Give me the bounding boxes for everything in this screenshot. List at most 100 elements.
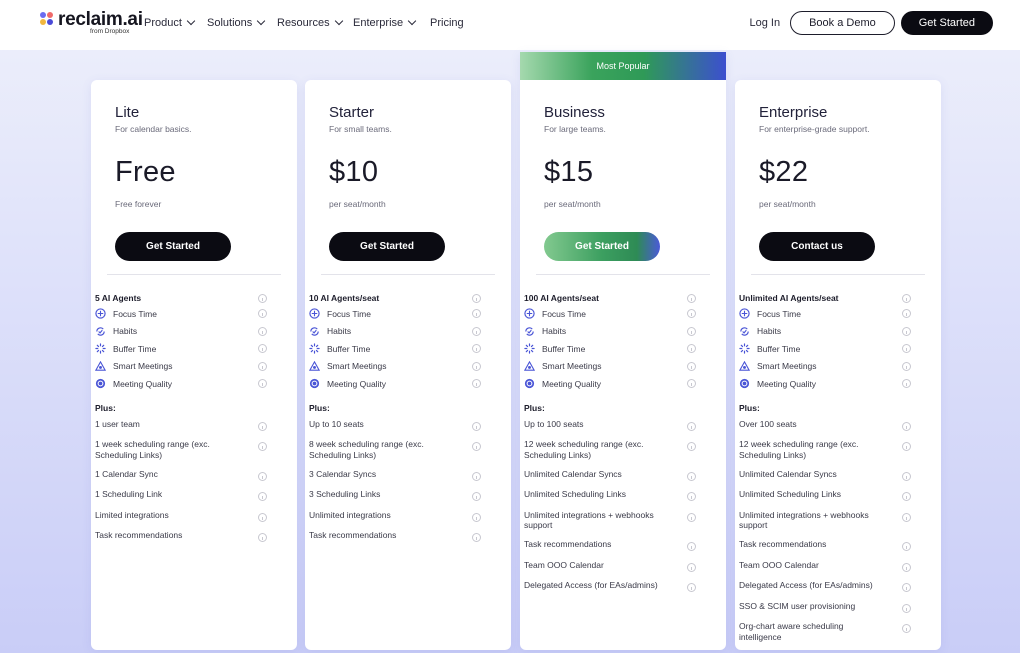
info-icon[interactable] xyxy=(258,326,267,336)
login-link[interactable]: Log In xyxy=(749,17,780,29)
menu-item-label: Pricing xyxy=(430,17,464,29)
info-icon[interactable] xyxy=(687,512,696,522)
info-icon[interactable] xyxy=(687,344,696,353)
extra-feature-label: Up to 100 seats xyxy=(524,418,584,429)
info-icon[interactable] xyxy=(687,442,696,451)
info-icon[interactable] xyxy=(902,326,911,336)
nav-get-started-button[interactable]: Get Started xyxy=(900,11,993,35)
info-icon[interactable] xyxy=(472,309,481,318)
reclaim-logo[interactable]: reclaim.ai from Dropbox xyxy=(40,9,143,39)
focus-time-icon xyxy=(524,308,535,319)
info-icon[interactable] xyxy=(687,361,696,371)
get-started-button[interactable]: Get Started xyxy=(329,232,445,261)
extra-feature-label: Task recommendations xyxy=(95,530,183,540)
info-icon[interactable] xyxy=(902,583,911,592)
info-icon[interactable] xyxy=(472,492,481,501)
info-icon[interactable] xyxy=(258,421,267,431)
info-icon[interactable] xyxy=(258,533,267,542)
book-demo-button[interactable]: Book a Demo xyxy=(790,11,895,35)
extra-feature-label: Task recommendations xyxy=(739,539,827,549)
info-icon[interactable] xyxy=(258,293,267,303)
info-icon[interactable] xyxy=(902,309,911,318)
feature-label: Habits xyxy=(113,326,138,336)
info-icon[interactable] xyxy=(687,421,696,431)
menu-item-solutions[interactable]: Solutions xyxy=(207,15,277,31)
feature-label: Buffer Time xyxy=(113,343,157,354)
get-started-button[interactable]: Get Started xyxy=(115,232,231,261)
info-icon[interactable] xyxy=(687,326,696,336)
contact-us-button[interactable]: Contact us xyxy=(759,232,875,261)
menu-item-enterprise[interactable]: Enterprise xyxy=(353,15,430,31)
extra-feature-row: Task recommendations xyxy=(95,530,267,542)
extra-feature-row: Task recommendations xyxy=(524,539,696,551)
info-icon[interactable] xyxy=(902,442,911,451)
info-icon[interactable] xyxy=(687,562,696,572)
brand-sub: from Dropbox xyxy=(90,28,130,35)
feature-row: Buffer Time xyxy=(95,341,267,359)
extra-feature-label: Unlimited Scheduling Links xyxy=(739,489,842,499)
info-icon[interactable] xyxy=(472,326,481,336)
info-icon[interactable] xyxy=(258,471,267,481)
info-icon[interactable] xyxy=(258,492,267,501)
extra-feature-row: Unlimited integrations + webhooks suppor… xyxy=(524,510,696,531)
info-icon[interactable] xyxy=(687,293,696,303)
info-icon[interactable] xyxy=(902,542,911,551)
info-icon[interactable] xyxy=(902,624,911,633)
info-icon[interactable] xyxy=(902,471,911,481)
info-icon[interactable] xyxy=(472,361,481,371)
extra-feature-label: Unlimited integrations + webhooks suppor… xyxy=(524,509,654,531)
info-icon[interactable] xyxy=(902,361,911,371)
feature-row: Smart Meetings xyxy=(94,359,267,377)
get-started-button[interactable]: Get Started xyxy=(544,232,660,261)
info-icon[interactable] xyxy=(472,442,481,451)
menu-item-resources[interactable]: Resources xyxy=(277,15,353,31)
info-icon[interactable] xyxy=(902,344,911,353)
info-icon[interactable] xyxy=(258,344,267,353)
extra-feature-row: Org-chart aware scheduling intelligence xyxy=(739,621,911,642)
extra-feature-row: 1 user team xyxy=(95,419,267,431)
info-icon[interactable] xyxy=(472,421,481,431)
plan-price: $10 xyxy=(329,156,379,188)
info-icon[interactable] xyxy=(472,379,481,388)
extra-feature-row: Up to 10 seats xyxy=(309,419,481,431)
main-menu: Product Solutions Resources Enterprise Prici… xyxy=(144,15,470,31)
info-icon[interactable] xyxy=(258,361,267,371)
info-icon[interactable] xyxy=(902,379,911,388)
info-icon[interactable] xyxy=(258,442,267,451)
feature-row: Smart Meetings xyxy=(738,359,911,377)
info-icon[interactable] xyxy=(687,583,696,592)
feature-row: Meeting Quality xyxy=(739,376,911,394)
extra-feature-label: Task recommendations xyxy=(524,539,612,549)
info-icon[interactable] xyxy=(902,293,911,303)
chevron-down-icon xyxy=(186,16,196,26)
info-icon[interactable] xyxy=(687,309,696,318)
info-icon[interactable] xyxy=(902,421,911,431)
most-popular-badge: Most Popular xyxy=(520,52,726,80)
info-icon[interactable] xyxy=(902,492,911,501)
extra-feature-row: Up to 100 seats xyxy=(524,419,696,431)
divider xyxy=(321,274,495,275)
habits-icon xyxy=(95,326,106,337)
info-icon[interactable] xyxy=(472,344,481,353)
extra-feature-row: Over 100 seats xyxy=(739,419,911,431)
menu-item-pricing[interactable]: Pricing xyxy=(430,15,470,31)
info-icon[interactable] xyxy=(687,471,696,481)
info-icon[interactable] xyxy=(258,379,267,388)
info-icon[interactable] xyxy=(258,512,267,522)
info-icon[interactable] xyxy=(902,562,911,572)
info-icon[interactable] xyxy=(902,603,911,613)
info-icon[interactable] xyxy=(687,542,696,551)
info-icon[interactable] xyxy=(687,379,696,388)
extra-feature-label: SSO & SCIM user provisioning xyxy=(739,600,856,611)
info-icon[interactable] xyxy=(687,492,696,501)
feature-label: Habits xyxy=(542,326,567,336)
info-icon[interactable] xyxy=(902,512,911,522)
info-icon[interactable] xyxy=(472,293,481,303)
plan-price: $22 xyxy=(759,156,809,188)
info-icon[interactable] xyxy=(472,533,481,542)
menu-item-product[interactable]: Product xyxy=(144,15,207,31)
agents-label: 100 AI Agents/seat xyxy=(524,292,599,303)
info-icon[interactable] xyxy=(258,309,267,318)
info-icon[interactable] xyxy=(472,471,481,481)
info-icon[interactable] xyxy=(472,512,481,522)
